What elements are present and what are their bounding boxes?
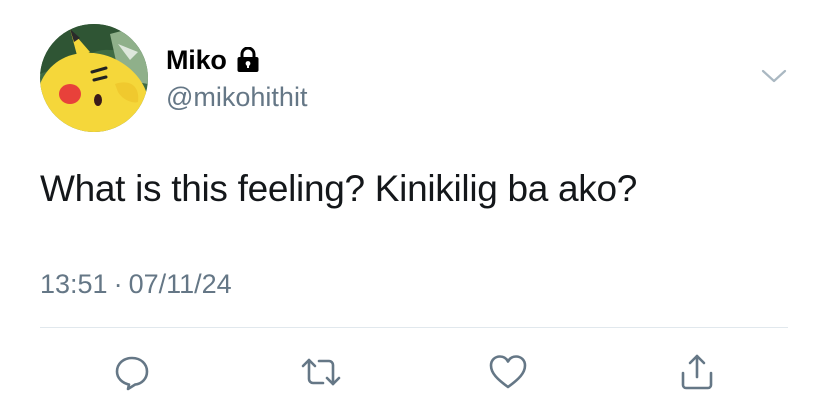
share-button[interactable] bbox=[673, 348, 721, 396]
tweet-date: 07/11/24 bbox=[128, 269, 232, 299]
retweet-button[interactable] bbox=[297, 348, 345, 396]
tweet-card: Miko @mikohithit What is this feeling? K… bbox=[0, 0, 828, 417]
speech-bubble-icon bbox=[112, 352, 152, 392]
tweet-time: 13:51 bbox=[40, 269, 108, 299]
chevron-down-icon[interactable] bbox=[760, 66, 788, 86]
display-name[interactable]: Miko bbox=[166, 45, 227, 76]
user-handle[interactable]: @mikohithit bbox=[166, 82, 307, 113]
heart-icon bbox=[487, 352, 529, 392]
divider bbox=[40, 327, 788, 328]
pikachu-avatar-icon bbox=[40, 24, 148, 132]
like-button[interactable] bbox=[484, 348, 532, 396]
avatar[interactable] bbox=[40, 24, 148, 132]
lock-icon bbox=[236, 47, 260, 73]
retweet-arrows-icon bbox=[299, 352, 343, 392]
tweet-text: What is this feeling? Kinikilig ba ako? bbox=[40, 168, 638, 209]
timestamp-separator: · bbox=[113, 269, 123, 299]
tweet-timestamp[interactable]: 13:51 · 07/11/24 bbox=[40, 269, 232, 300]
reply-button[interactable] bbox=[108, 348, 156, 396]
user-name-row: Miko bbox=[166, 40, 260, 80]
share-upload-icon bbox=[677, 352, 717, 392]
